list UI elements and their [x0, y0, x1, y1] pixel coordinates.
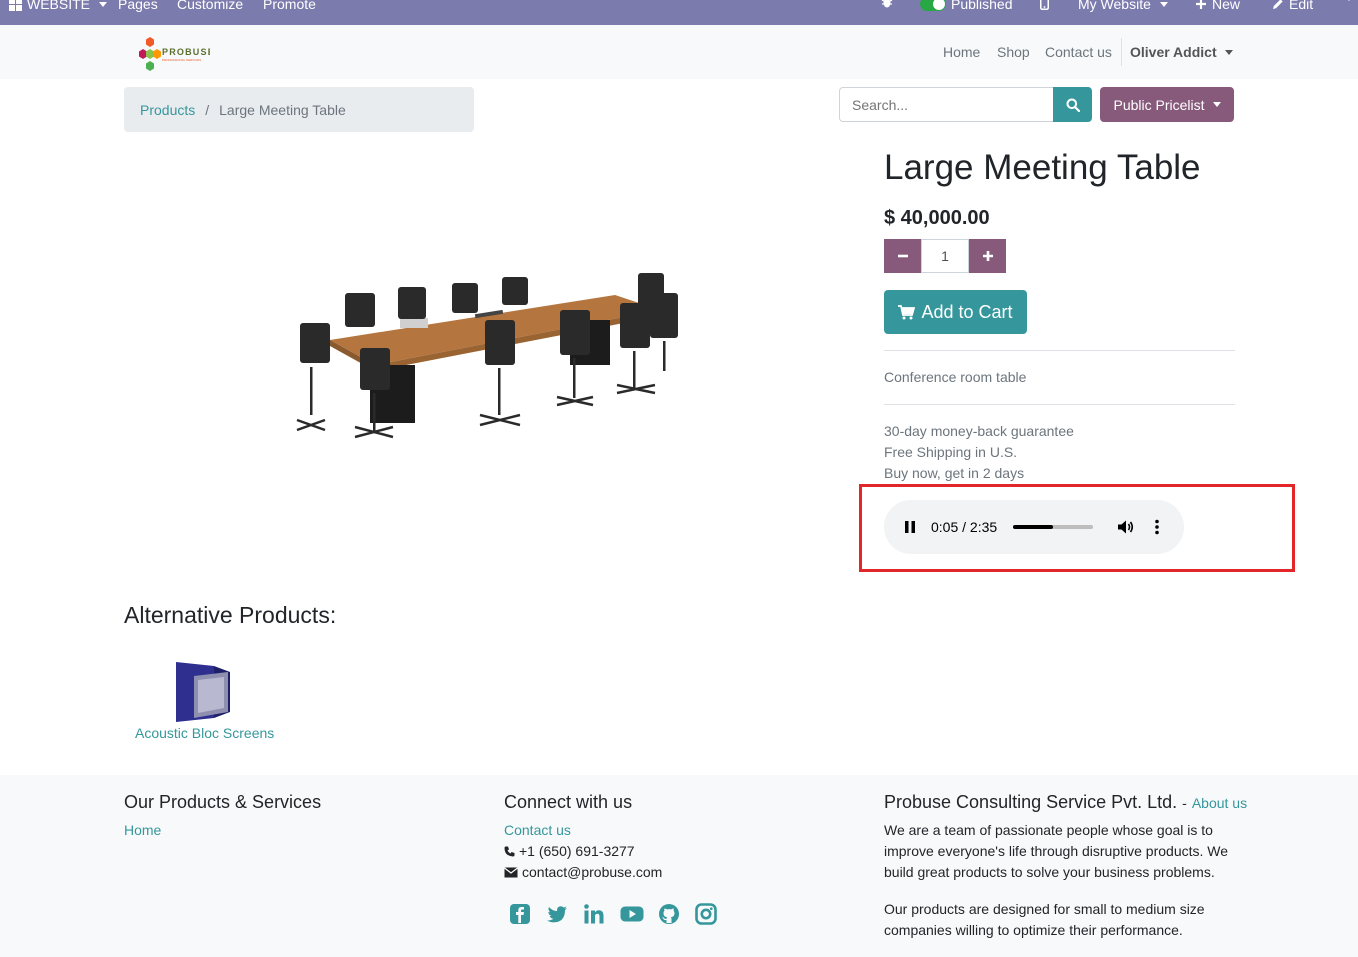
- audio-progress-bar[interactable]: [1013, 525, 1093, 529]
- quantity-increase-button[interactable]: [969, 239, 1006, 273]
- plus-icon: [1195, 0, 1207, 10]
- logo-text: PROBUSE: [162, 47, 210, 57]
- product-description: Conference room table: [884, 369, 1027, 385]
- volume-icon[interactable]: [1117, 519, 1134, 535]
- divider: [884, 404, 1235, 405]
- instagram-icon[interactable]: [695, 903, 719, 927]
- footer-phone: +1 (650) 691-3277: [504, 841, 635, 862]
- plus-icon: [982, 250, 994, 262]
- nav-divider: [1121, 38, 1122, 66]
- footer-contact-link[interactable]: Contact us: [504, 820, 571, 841]
- published-toggle[interactable]: Published: [920, 0, 1013, 12]
- github-icon[interactable]: [658, 903, 682, 927]
- breadcrumb: Products / Large Meeting Table: [124, 87, 474, 132]
- footer-company-title: Probuse Consulting Service Pvt. Ltd.: [884, 792, 1178, 812]
- mobile-preview-button[interactable]: [1040, 0, 1049, 10]
- footer-email: contact@probuse.com: [504, 862, 662, 883]
- phone-number: +1 (650) 691-3277: [519, 843, 635, 859]
- site-header: PROBUSE PROFESSIONAL SERVICES Home Shop …: [0, 25, 1358, 79]
- search-button[interactable]: [1053, 87, 1092, 122]
- footer-about-link[interactable]: About us: [1192, 795, 1247, 811]
- website-menu-label: WEBSITE: [27, 0, 91, 12]
- delivery-text: Buy now, get in 2 days: [884, 465, 1025, 481]
- footer-title-separator: -: [1182, 795, 1187, 811]
- pages-menu[interactable]: Pages: [118, 0, 158, 12]
- product-title: Large Meeting Table: [884, 148, 1201, 187]
- toggle-switch[interactable]: [920, 0, 946, 11]
- footer-about-line: build great products to solve your busin…: [884, 864, 1215, 880]
- breadcrumb-products-link[interactable]: Products: [140, 102, 195, 118]
- audio-progress-fill: [1013, 525, 1053, 529]
- product-price: $ 40,000.00: [884, 207, 990, 229]
- website-menu[interactable]: WEBSITE: [9, 0, 108, 12]
- linkedin-icon[interactable]: [583, 903, 607, 927]
- pencil-icon: [1272, 0, 1284, 10]
- my-website-menu[interactable]: My Website: [1078, 0, 1168, 12]
- edit-label: Edit: [1289, 0, 1314, 12]
- pricelist-dropdown[interactable]: Public Pricelist: [1100, 87, 1234, 122]
- guarantee-text: 30-day money-back guarantee: [884, 423, 1074, 439]
- twitter-icon[interactable]: [546, 903, 570, 927]
- divider: [884, 350, 1235, 351]
- shipping-text: Free Shipping in U.S.: [884, 444, 1018, 460]
- company-logo[interactable]: PROBUSE PROFESSIONAL SERVICES: [135, 33, 210, 73]
- nav-home[interactable]: Home: [943, 44, 980, 60]
- debug-button[interactable]: [881, 0, 893, 8]
- new-label: New: [1212, 0, 1241, 12]
- search-input[interactable]: [839, 87, 1054, 122]
- alternative-products-title: Alternative Products:: [124, 602, 337, 628]
- alternative-product-image[interactable]: [172, 660, 236, 726]
- footer-connect-title: Connect with us: [504, 792, 633, 812]
- edit-button[interactable]: Edit: [1272, 0, 1313, 12]
- audio-time: 0:05 / 2:35: [931, 519, 998, 535]
- pricelist-label: Public Pricelist: [1113, 96, 1205, 113]
- promote-label: Promote: [263, 0, 316, 12]
- user-menu[interactable]: Oliver Addict: [1130, 44, 1233, 60]
- audio-player[interactable]: 0:05 / 2:35: [884, 500, 1184, 554]
- footer-products-line: companies willing to optimize their perf…: [884, 922, 1183, 938]
- mobile-icon: [1040, 0, 1049, 10]
- grid-icon: [9, 0, 22, 11]
- published-label: Published: [951, 0, 1013, 12]
- add-to-cart-button[interactable]: Add to Cart: [884, 290, 1027, 334]
- customize-menu[interactable]: Customize: [177, 0, 243, 12]
- phone-icon: [504, 846, 515, 857]
- admin-bar: WEBSITE Pages Customize Promote Publishe…: [0, 0, 1358, 25]
- customize-label: Customize: [177, 0, 244, 12]
- nav-contact-us[interactable]: Contact us: [1045, 44, 1112, 60]
- youtube-icon[interactable]: [620, 903, 644, 927]
- quantity-decrease-button[interactable]: [884, 239, 921, 273]
- my-website-label: My Website: [1078, 0, 1151, 12]
- add-to-cart-label: Add to Cart: [921, 301, 1013, 322]
- footer-products-paragraph: Our products are designed for small to m…: [884, 899, 1205, 941]
- facebook-icon[interactable]: [509, 903, 533, 927]
- user-name: Oliver Addict: [1130, 44, 1217, 60]
- pause-icon[interactable]: [904, 520, 916, 534]
- minus-icon: [897, 250, 909, 262]
- footer-about-line: We are a team of passionate people whose…: [884, 822, 1213, 838]
- logo-subtext: PROFESSIONAL SERVICES: [162, 58, 201, 62]
- edit-dropdown-toggle[interactable]: [1341, 0, 1353, 1]
- pages-label: Pages: [118, 0, 158, 12]
- nav-shop[interactable]: Shop: [997, 44, 1030, 60]
- promote-menu[interactable]: Promote: [263, 0, 316, 12]
- email-address: contact@probuse.com: [522, 864, 663, 880]
- cart-icon: [898, 304, 916, 320]
- footer-about-line: improve everyone's life through disrupti…: [884, 843, 1229, 859]
- envelope-icon: [504, 867, 518, 878]
- quantity-input[interactable]: 1: [921, 239, 969, 273]
- alternative-product-name[interactable]: Acoustic Bloc Screens: [135, 725, 274, 741]
- footer-home-link[interactable]: Home: [124, 820, 161, 841]
- breadcrumb-current: Large Meeting Table: [219, 101, 346, 118]
- breadcrumb-separator: /: [205, 101, 210, 118]
- new-button[interactable]: New: [1195, 0, 1240, 12]
- more-vertical-icon[interactable]: [1154, 519, 1160, 535]
- footer-products-title: Our Products & Services: [124, 792, 322, 812]
- footer-company-heading: Probuse Consulting Service Pvt. Ltd. - A…: [884, 792, 1247, 813]
- bug-icon: [881, 0, 893, 8]
- product-image[interactable]: [295, 265, 690, 440]
- search-icon: [1066, 98, 1080, 112]
- footer-products-line: Our products are designed for small to m…: [884, 901, 1205, 917]
- footer-about-paragraph: We are a team of passionate people whose…: [884, 820, 1228, 883]
